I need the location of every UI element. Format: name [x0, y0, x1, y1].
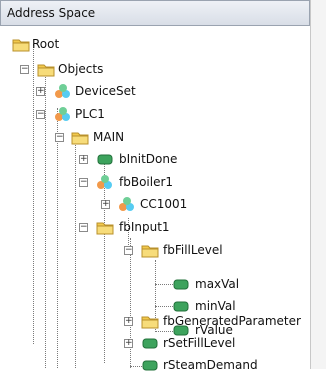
- vertical-scrollbar[interactable]: [310, 0, 326, 369]
- tree-line: [75, 138, 76, 368]
- collapse-toggle-icon[interactable]: −: [55, 133, 64, 142]
- folder-icon: [141, 316, 159, 329]
- expand-toggle-icon[interactable]: +: [124, 339, 133, 348]
- tree-line: [155, 331, 173, 332]
- tree-node-label: rSetFillLevel: [163, 336, 236, 350]
- variable-icon: [173, 279, 189, 290]
- address-space-tree: Root − Objects + DeviceSet − PLC1 − MAIN…: [0, 28, 326, 372]
- tree-line: [33, 44, 34, 344]
- tree-line: [130, 238, 131, 368]
- collapse-toggle-icon[interactable]: −: [79, 223, 88, 232]
- expand-toggle-icon[interactable]: +: [124, 317, 133, 326]
- tree-node-label: Objects: [58, 62, 104, 76]
- tree-node-label: minVal: [195, 299, 236, 313]
- tree-node-label: PLC1: [75, 107, 105, 121]
- tree-node-label: fbFillLevel: [163, 243, 223, 257]
- folder-icon: [96, 222, 114, 235]
- collapse-toggle-icon[interactable]: −: [124, 246, 133, 255]
- tree-node-label: bInitDone: [119, 152, 178, 166]
- tree-node-label: fbInput1: [119, 220, 170, 234]
- folder-icon: [71, 132, 89, 145]
- tree-node-label: maxVal: [195, 277, 240, 291]
- object-icon: [97, 175, 112, 189]
- variable-icon: [142, 360, 158, 371]
- tree-line: [155, 284, 173, 285]
- address-space-header: Address Space: [0, 0, 310, 26]
- tree-node-label: fbBoiler1: [119, 175, 174, 189]
- expand-toggle-icon[interactable]: +: [101, 200, 110, 209]
- collapse-toggle-icon[interactable]: −: [79, 178, 88, 187]
- tree-node-label: CC1001: [140, 197, 188, 211]
- variable-icon: [173, 301, 189, 312]
- tree-line: [45, 68, 46, 368]
- expand-toggle-icon[interactable]: +: [36, 87, 45, 96]
- object-icon: [55, 84, 70, 98]
- tree-line: [155, 306, 173, 307]
- folder-icon: [141, 245, 159, 258]
- folder-icon: [37, 64, 55, 77]
- tree-node-label: fbGeneratedParameter: [163, 314, 301, 328]
- folder-icon: [12, 39, 30, 52]
- tree-line: [57, 108, 58, 368]
- collapse-toggle-icon[interactable]: −: [36, 110, 45, 119]
- variable-icon: [97, 154, 113, 165]
- variable-icon: [142, 338, 158, 349]
- expand-toggle-icon[interactable]: +: [79, 155, 88, 164]
- tree-node-label: DeviceSet: [75, 84, 136, 98]
- collapse-toggle-icon[interactable]: −: [20, 65, 29, 74]
- tree-node-label: Root: [32, 37, 60, 51]
- address-space-title: Address Space: [7, 6, 96, 20]
- object-icon: [119, 197, 134, 211]
- tree-node-label: MAIN: [93, 130, 125, 144]
- tree-node-label: rSteamDemand: [163, 358, 258, 372]
- object-icon: [55, 107, 70, 121]
